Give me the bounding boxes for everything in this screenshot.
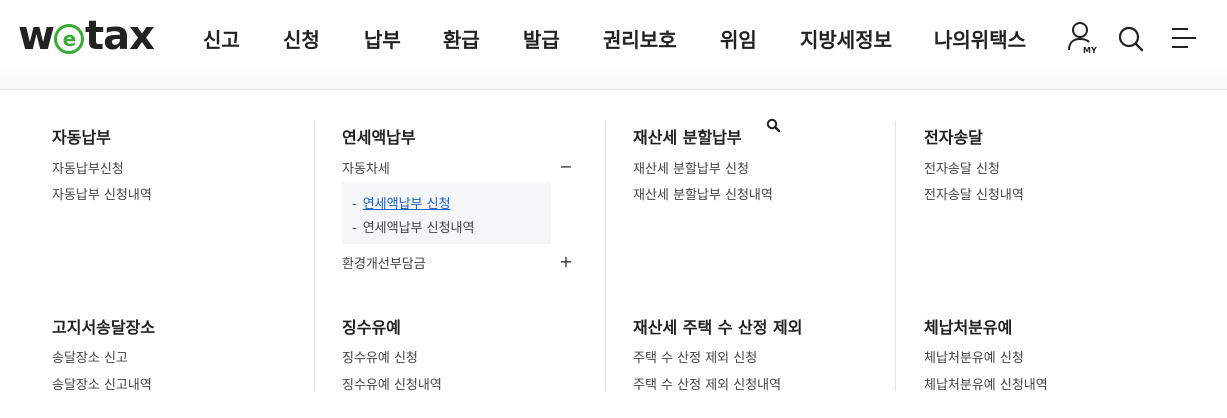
dash-bullet: -: [352, 221, 357, 236]
nav-apply[interactable]: 신청: [283, 24, 320, 53]
link-property-house-history[interactable]: 주택 수 산정 제외 신청내역: [633, 374, 781, 393]
link-property-split-history[interactable]: 재산세 분할납부 신청내역: [633, 184, 773, 203]
search-icon[interactable]: [1115, 20, 1147, 56]
logo-w: w: [18, 13, 55, 59]
link-car-tax[interactable]: 자동차세: [342, 158, 390, 177]
submenu-box: - 연세액납부 신청 - 연세액납부 신청내역: [342, 182, 551, 244]
my-user-icon[interactable]: MY: [1066, 20, 1098, 56]
column-divider: [605, 121, 606, 391]
site-header: w e tax 신고 신청 납부 환급 발급 권리보호 위임 지방세정보 나의위택스…: [0, 0, 1227, 90]
logo-e-circle: e: [53, 24, 84, 54]
nav-local-tax-info[interactable]: 지방세정보: [800, 24, 892, 53]
column-divider: [895, 121, 896, 391]
group-title-auto-pay[interactable]: 자동납부: [52, 124, 111, 148]
mega-menu-panel: 자동납부 자동납부신청 자동납부 신청내역 연세액납부 자동차세 − - 연세액납…: [0, 91, 1227, 418]
dash-bullet: -: [352, 197, 357, 212]
menu-icon[interactable]: [1168, 20, 1200, 56]
link-env-charge[interactable]: 환경개선부담금: [342, 253, 426, 272]
link-property-split-apply[interactable]: 재산세 분할납부 신청: [633, 158, 749, 177]
link-property-house-apply[interactable]: 주택 수 산정 제외 신청: [633, 347, 757, 366]
link-notice-place-history[interactable]: 송달장소 신고내역: [52, 374, 152, 393]
collapse-icon[interactable]: −: [559, 159, 573, 175]
link-e-delivery-history[interactable]: 전자송달 신청내역: [924, 184, 1024, 203]
group-title-annual-pay[interactable]: 연세액납부: [342, 124, 416, 148]
logo-tax: tax: [84, 13, 155, 59]
nav-pay[interactable]: 납부: [364, 24, 401, 53]
group-title-notice-place[interactable]: 고지서송달장소: [52, 314, 155, 338]
sublink-annual-pay-apply-label: 연세액납부 신청: [362, 197, 451, 212]
nav-refund[interactable]: 환급: [443, 24, 480, 53]
link-collection-grace-history[interactable]: 징수유예 신청내역: [342, 374, 442, 393]
group-title-e-delivery[interactable]: 전자송달: [924, 124, 983, 148]
nav-rights[interactable]: 권리보호: [603, 24, 677, 53]
nav-report[interactable]: 신고: [203, 24, 240, 53]
link-e-delivery-apply[interactable]: 전자송달 신청: [924, 158, 1000, 177]
link-arrears-grace-history[interactable]: 체납처분유예 신청내역: [924, 374, 1048, 393]
expand-icon[interactable]: +: [559, 254, 573, 270]
my-label: MY: [1083, 46, 1097, 55]
group-title-collection-grace[interactable]: 징수유예: [342, 314, 401, 338]
column-divider: [314, 121, 315, 391]
group-title-property-split[interactable]: 재산세 분할납부: [633, 124, 742, 148]
wetax-logo[interactable]: w e tax: [18, 11, 155, 61]
link-auto-pay-apply[interactable]: 자동납부신청: [52, 158, 124, 177]
link-auto-pay-history[interactable]: 자동납부 신청내역: [52, 184, 152, 203]
sublink-annual-pay-history-label: 연세액납부 신청내역: [362, 221, 475, 236]
link-notice-place-report[interactable]: 송달장소 신고: [52, 347, 128, 366]
sublink-annual-pay-history[interactable]: - 연세액납부 신청내역: [352, 217, 474, 236]
magnifier-icon: [765, 117, 783, 135]
group-title-arrears-grace[interactable]: 체납처분유예: [924, 314, 1012, 338]
nav-issue[interactable]: 발급: [523, 24, 560, 53]
nav-my-wetax[interactable]: 나의위택스: [934, 24, 1026, 53]
link-arrears-grace-apply[interactable]: 체납처분유예 신청: [924, 347, 1024, 366]
group-title-property-house[interactable]: 재산세 주택 수 산정 제외: [633, 314, 802, 338]
nav-delegate[interactable]: 위임: [720, 24, 757, 53]
sublink-annual-pay-apply[interactable]: - 연세액납부 신청: [352, 193, 451, 212]
link-collection-grace-apply[interactable]: 징수유예 신청: [342, 347, 418, 366]
